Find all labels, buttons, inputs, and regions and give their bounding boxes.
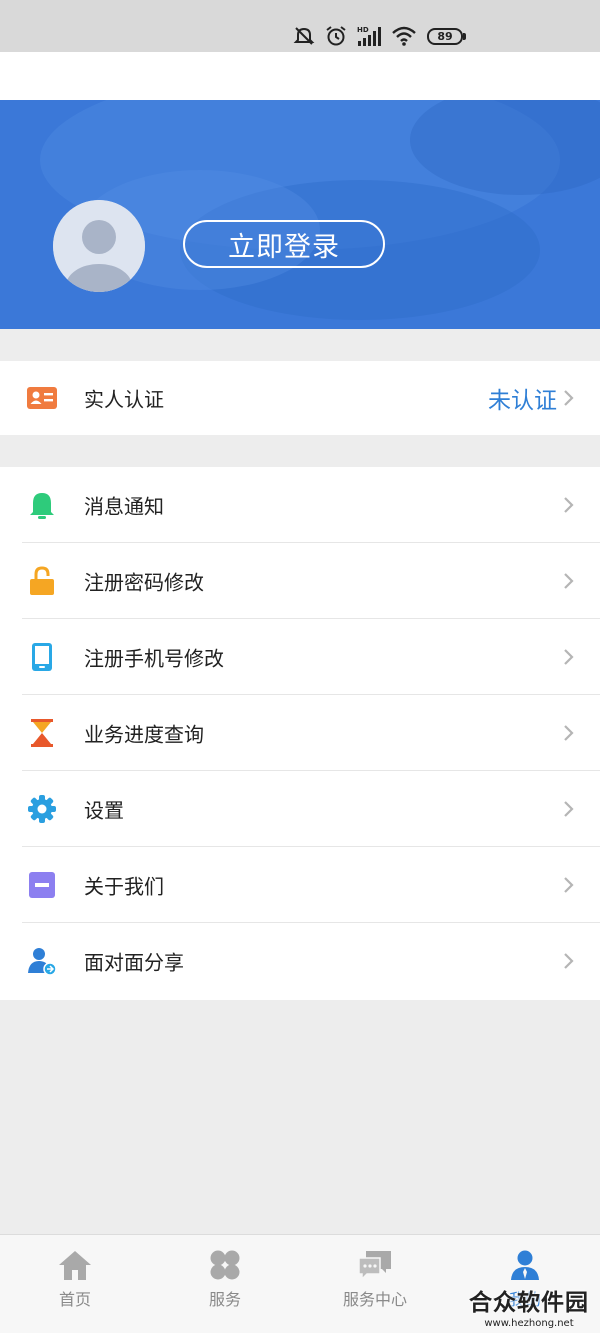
login-button[interactable]: 立即登录 [183,220,385,268]
menu-item-phone-change[interactable]: 注册手机号修改 [0,619,600,695]
chevron-right-icon [564,649,574,665]
tab-home[interactable]: 首页 [0,1235,150,1333]
watermark-title: 合众软件园 [469,1290,589,1316]
chevron-right-icon [564,497,574,513]
tab-services[interactable]: 服务 [150,1235,300,1333]
settings-menu: 消息通知 注册密码修改 注册手机号修改 业务进度查询 设置 关于我们 面对面分享 [0,467,600,1000]
verification-status: 未认证 [488,388,557,414]
gear-icon [27,794,57,824]
avatar[interactable] [53,200,145,292]
default-avatar-icon [53,200,145,292]
menu-item-notifications[interactable]: 消息通知 [0,467,600,543]
user-icon [508,1249,542,1281]
svg-text:HD: HD [357,26,369,34]
chevron-right-icon [564,390,574,406]
id-card-icon [27,383,57,413]
grid-icon [208,1249,242,1281]
status-icons: HD 89 [293,23,466,49]
site-watermark: 合众软件园 www.hezhong.net [464,1283,594,1329]
menu-item-label: 消息通知 [84,494,164,519]
menu-item-label: 业务进度查询 [84,722,204,747]
share-user-icon [27,946,57,976]
tab-label: 首页 [58,1290,91,1309]
identity-verification-card: 实人认证 未认证 [0,361,600,435]
identity-verification-row[interactable]: 实人认证 未认证 [0,361,600,435]
battery-level: 89 [427,27,463,45]
hd-signal-icon: HD [357,26,381,46]
home-icon [58,1249,92,1281]
wifi-icon [392,26,416,46]
alarm-icon [326,26,346,46]
menu-item-progress-query[interactable]: 业务进度查询 [0,695,600,771]
tab-service-center[interactable]: 服务中心 [300,1235,450,1333]
chat-icon [358,1249,392,1281]
bell-icon [27,490,57,520]
mute-icon [293,27,315,45]
tab-label: 服务中心 [342,1290,407,1309]
title-bar [0,52,600,100]
chevron-right-icon [564,725,574,741]
menu-item-password-change[interactable]: 注册密码修改 [0,543,600,619]
menu-item-face-to-face-share[interactable]: 面对面分享 [0,923,600,999]
identity-verification-label: 实人认证 [84,387,164,412]
phone-icon [27,642,57,672]
menu-item-settings[interactable]: 设置 [0,771,600,847]
menu-item-label: 设置 [84,798,124,823]
status-bar: HD 89 [0,0,600,52]
watermark-url: www.hezhong.net [484,1318,574,1329]
chevron-right-icon [564,877,574,893]
chevron-right-icon [564,573,574,589]
lock-icon [27,566,57,596]
menu-item-label: 注册手机号修改 [84,646,224,671]
hourglass-icon [27,718,57,748]
menu-item-label: 关于我们 [84,874,164,899]
profile-header: 立即登录 [0,100,600,329]
menu-item-label: 注册密码修改 [84,570,204,595]
menu-item-about-us[interactable]: 关于我们 [0,847,600,923]
info-card-icon [27,870,57,900]
menu-item-label: 面对面分享 [84,950,184,975]
battery-icon: 89 [427,27,466,45]
tab-label: 服务 [208,1290,241,1309]
chevron-right-icon [564,801,574,817]
chevron-right-icon [564,953,574,969]
